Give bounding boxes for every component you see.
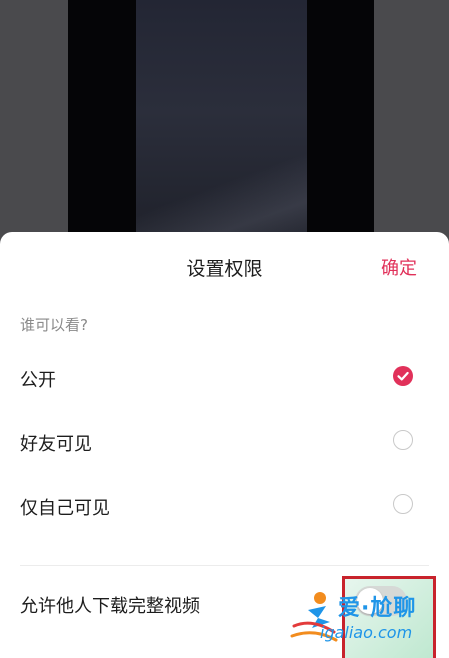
confirm-button[interactable]: 确定 [381, 254, 417, 280]
video-preview [0, 0, 449, 250]
divider [20, 565, 429, 566]
radio-unchecked-icon[interactable] [393, 430, 413, 450]
download-setting-label: 允许他人下载完整视频 [20, 596, 200, 617]
option-label: 仅自己可见 [20, 498, 110, 519]
radio-unchecked-icon[interactable] [393, 494, 413, 514]
option-friends[interactable]: 好友可见 [0, 418, 449, 466]
video-frame [136, 0, 307, 250]
watermark-url: igaliao.com [320, 623, 413, 642]
option-label: 好友可见 [20, 434, 92, 455]
watermark-title: 爱·尬聊 [338, 596, 417, 621]
visibility-question: 谁可以看? [20, 316, 88, 334]
option-private[interactable]: 仅自己可见 [0, 482, 449, 530]
radio-checked-icon[interactable] [393, 366, 413, 386]
option-public[interactable]: 公开 [0, 354, 449, 402]
option-label: 公开 [20, 370, 56, 391]
